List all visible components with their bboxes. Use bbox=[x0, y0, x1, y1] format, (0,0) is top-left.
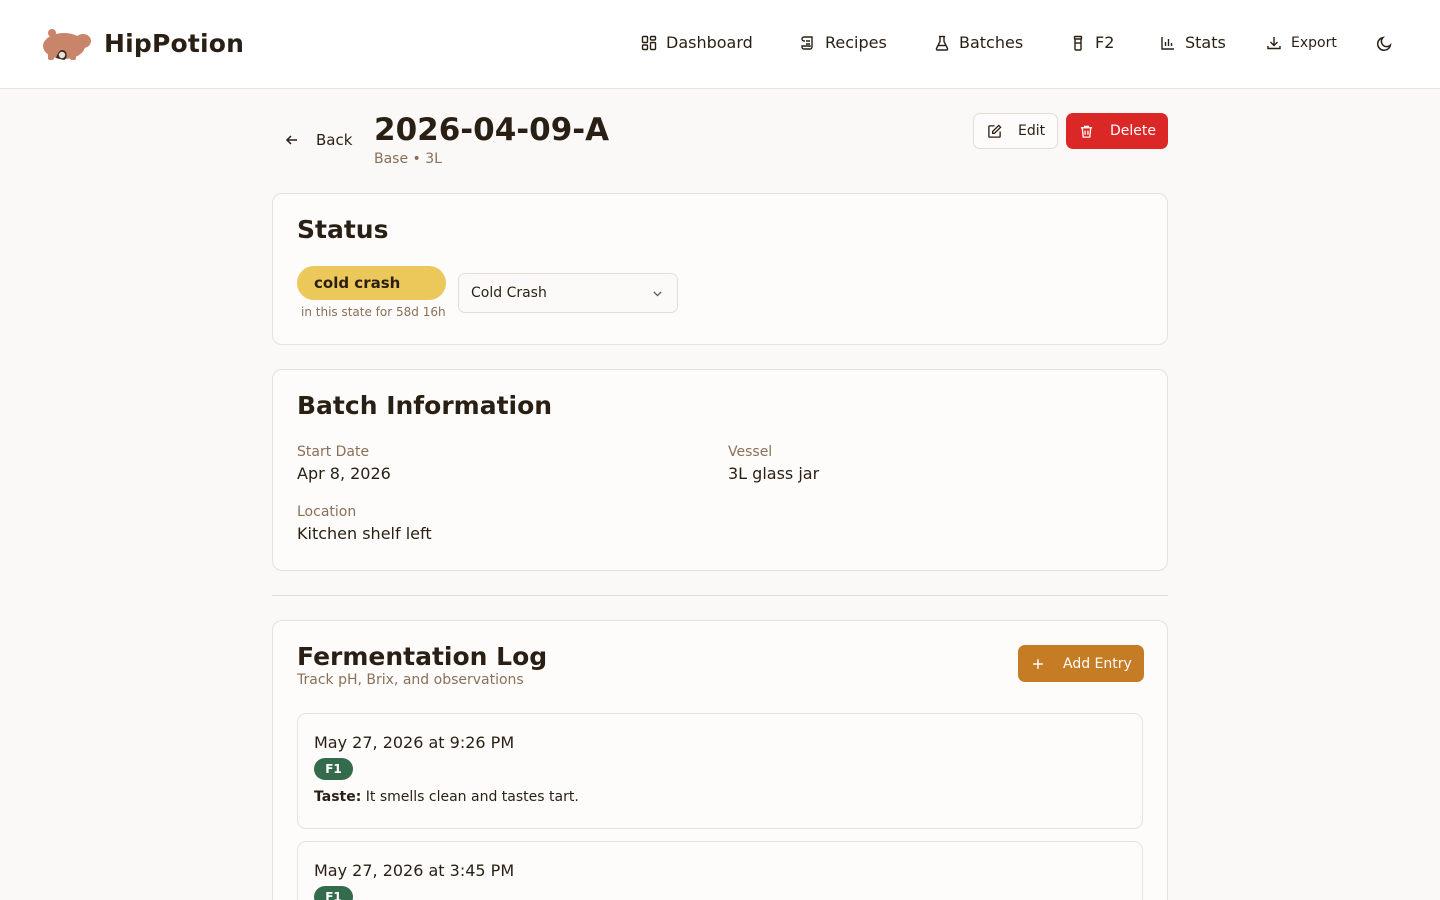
top-nav-bar: HipPotion Dashboard Recipes Batches F2 S… bbox=[0, 0, 1440, 89]
edit-icon bbox=[988, 123, 1002, 138]
nav-label: F2 bbox=[1095, 33, 1115, 52]
log-entry-note: Taste: It smells clean and tastes tart. bbox=[314, 789, 579, 805]
nav-label: Export bbox=[1291, 35, 1337, 51]
log-subtitle: Track pH, Brix, and observations bbox=[297, 672, 524, 688]
edit-button[interactable]: Edit bbox=[973, 113, 1058, 149]
status-card: Status cold crash in this state for 58d … bbox=[272, 193, 1168, 345]
status-badge: cold crash bbox=[297, 266, 446, 300]
nav-label: Recipes bbox=[825, 33, 887, 52]
stage-badge: F1 bbox=[314, 886, 353, 900]
back-button[interactable]: Back bbox=[284, 131, 352, 149]
delete-button[interactable]: Delete bbox=[1066, 113, 1168, 149]
location-label: Location bbox=[297, 504, 357, 520]
bottle-icon bbox=[1073, 35, 1083, 51]
fermentation-log-card: Fermentation Log Track pH, Brix, and obs… bbox=[272, 620, 1168, 900]
log-entry-date: May 27, 2026 at 3:45 PM bbox=[314, 861, 515, 880]
plus-icon bbox=[1033, 658, 1043, 669]
download-icon bbox=[1267, 37, 1281, 50]
scroll-icon bbox=[801, 35, 813, 50]
log-entry[interactable]: May 27, 2026 at 3:45 PM F1 bbox=[297, 841, 1143, 900]
page-title: 2026-04-09-A bbox=[374, 112, 610, 148]
location-value: Kitchen shelf left bbox=[297, 524, 432, 543]
nav-item-stats[interactable]: Stats bbox=[1160, 33, 1226, 52]
status-duration: in this state for 58d 16h bbox=[301, 305, 446, 319]
note-label: Taste: bbox=[314, 789, 362, 805]
edit-label: Edit bbox=[1018, 123, 1046, 139]
status-select-value: Cold Crash bbox=[471, 285, 547, 301]
bar-chart-icon bbox=[1161, 36, 1174, 50]
batch-info-title: Batch Information bbox=[297, 391, 553, 420]
log-entry[interactable]: May 27, 2026 at 9:26 PM F1 Taste: It sme… bbox=[297, 713, 1143, 829]
brand[interactable]: HipPotion bbox=[40, 24, 244, 62]
nav-label: Batches bbox=[959, 33, 1024, 52]
app-name: HipPotion bbox=[104, 28, 245, 58]
add-entry-label: Add Entry bbox=[1063, 655, 1132, 672]
batch-info-card: Batch Information Start Date Apr 8, 2026… bbox=[272, 369, 1168, 571]
vessel-value: 3L glass jar bbox=[728, 464, 820, 483]
hippo-logo-icon bbox=[43, 29, 91, 60]
stage-badge: F1 bbox=[314, 758, 353, 780]
back-label: Back bbox=[316, 131, 353, 149]
nav-item-batches[interactable]: Batches bbox=[934, 33, 1023, 52]
nav-label: Stats bbox=[1185, 33, 1226, 52]
moon-icon[interactable] bbox=[1376, 35, 1393, 52]
section-divider bbox=[272, 595, 1168, 596]
log-title: Fermentation Log bbox=[297, 642, 548, 671]
status-title: Status bbox=[297, 215, 389, 244]
flask-icon bbox=[935, 35, 949, 51]
chevron-down-icon bbox=[653, 291, 662, 297]
page-subtitle: Base • 3L bbox=[374, 151, 442, 167]
vessel-label: Vessel bbox=[728, 444, 773, 460]
status-select[interactable]: Cold Crash bbox=[458, 273, 678, 313]
note-text: It smells clean and tastes tart. bbox=[365, 789, 579, 805]
trash-icon bbox=[1080, 125, 1093, 138]
nav-label: Dashboard bbox=[666, 33, 753, 52]
arrow-left-icon bbox=[285, 135, 297, 145]
nav-item-dashboard[interactable]: Dashboard bbox=[641, 33, 753, 52]
nav-item-export[interactable]: Export bbox=[1266, 35, 1337, 51]
start-date-label: Start Date bbox=[297, 444, 370, 460]
add-entry-button[interactable]: Add Entry bbox=[1018, 645, 1144, 682]
nav-item-f2[interactable]: F2 bbox=[1070, 33, 1114, 52]
start-date-value: Apr 8, 2026 bbox=[297, 464, 391, 483]
dashboard-grid-icon bbox=[641, 35, 657, 50]
delete-label: Delete bbox=[1110, 123, 1156, 139]
log-entry-date: May 27, 2026 at 9:26 PM bbox=[314, 733, 515, 752]
nav-item-recipes[interactable]: Recipes bbox=[800, 33, 887, 52]
